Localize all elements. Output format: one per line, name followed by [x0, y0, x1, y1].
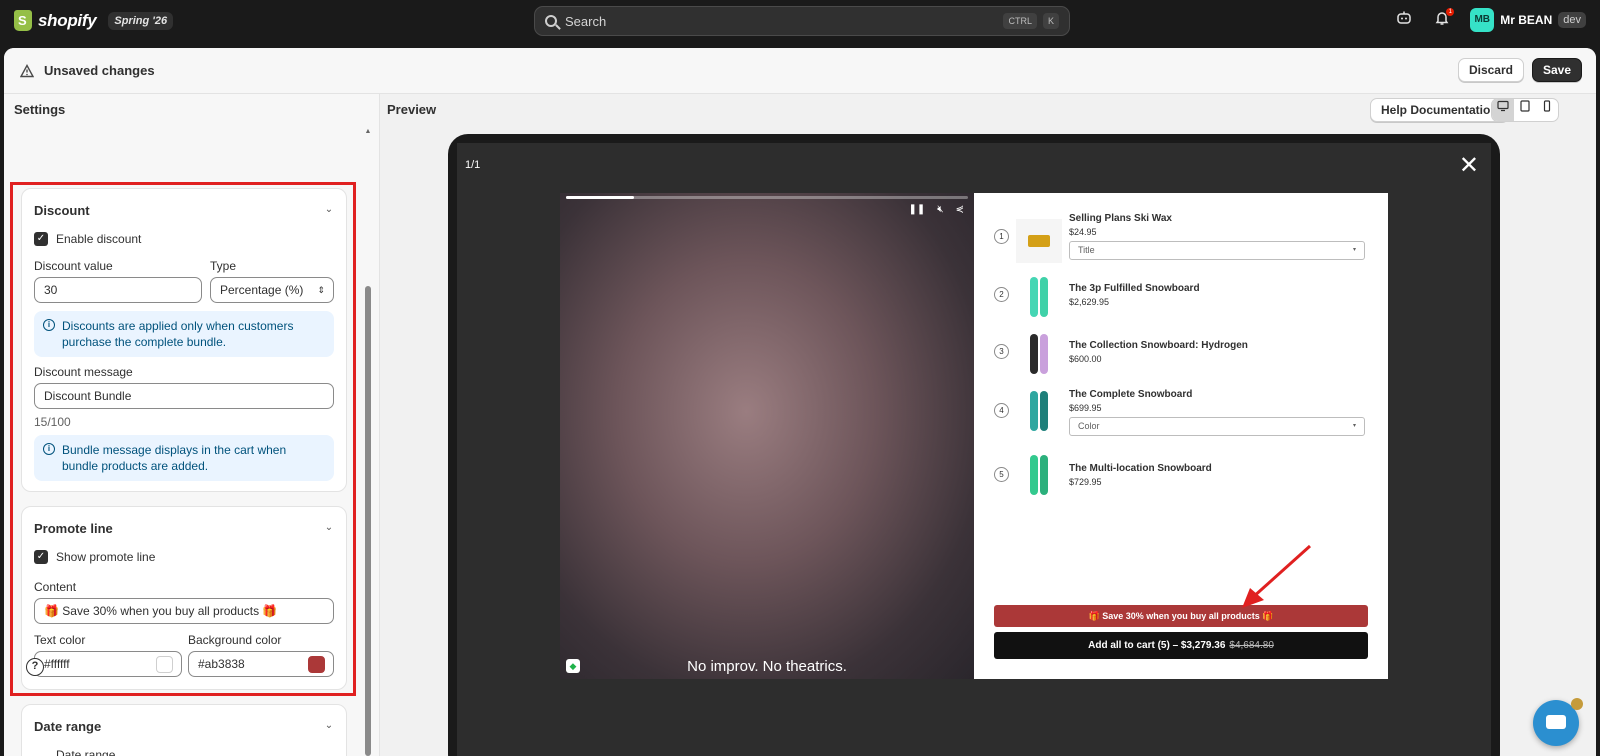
variant-select[interactable]: Color: [1069, 417, 1365, 436]
discard-button[interactable]: Discard: [1457, 58, 1524, 82]
settings-scrollbar[interactable]: ▲: [364, 128, 372, 756]
search-placeholder: Search: [565, 13, 607, 29]
app-logo-icon: ◆: [566, 659, 580, 673]
shopify-logo[interactable]: shopify Spring '26: [14, 10, 174, 31]
video-subtitle: No improv. No theatrics.: [687, 658, 847, 675]
unsaved-changes-bar: Unsaved changes Discard Save: [4, 48, 1596, 94]
slide-counter: 1/1: [465, 159, 481, 171]
date-range-card: Date range ⌄ Date range: [21, 704, 347, 756]
account-menu[interactable]: MB Mr BEAN dev: [1470, 8, 1586, 32]
app-frame: Unsaved changes Discard Save Settings Di…: [4, 48, 1596, 756]
brand-name: shopify: [38, 10, 97, 30]
shopify-bag-icon: [14, 10, 32, 31]
product-price: $2,629.95: [1069, 297, 1110, 307]
scroll-thumb[interactable]: [365, 286, 371, 756]
avatar: MB: [1470, 8, 1495, 32]
help-documentation-button[interactable]: Help Documentation: [1370, 98, 1509, 122]
date-range-label: Date range: [56, 748, 116, 756]
device-toggle: [1491, 98, 1559, 122]
cart-original-price: $4,684.80: [1229, 640, 1274, 651]
close-icon[interactable]: ✕: [1459, 153, 1479, 179]
product-name: The 3p Fulfilled Snowboard: [1069, 283, 1200, 294]
product-number: 4: [994, 403, 1009, 418]
product-number: 5: [994, 467, 1009, 482]
unsaved-message: Unsaved changes: [44, 63, 155, 78]
shortcut-k: K: [1042, 13, 1059, 29]
annotation-highlight-box: [10, 182, 356, 696]
search-bar[interactable]: Search CTRL K: [534, 6, 1070, 36]
chevron-down-icon[interactable]: ⌄: [324, 721, 334, 731]
annotation-arrow: [1242, 544, 1312, 608]
variant-select[interactable]: Title: [1069, 241, 1365, 260]
settings-panel: Settings Discount ⌄ ✓ Enable discount Di…: [4, 94, 380, 756]
date-range-checkbox[interactable]: Date range: [34, 748, 115, 756]
product-image: [1016, 389, 1062, 433]
cart-label: Add all to cart (5) – $3,279.36: [1088, 640, 1226, 651]
product-image: [1016, 453, 1062, 497]
add-all-to-cart-button[interactable]: Add all to cart (5) – $3,279.36 $4,684.80: [994, 632, 1368, 659]
save-button[interactable]: Save: [1531, 58, 1582, 82]
product-price: $729.95: [1069, 477, 1102, 487]
date-range-title: Date range: [34, 719, 102, 734]
preview-device-frame: 1/1 ✕ ❚❚ 🔇︎ ⋞ No improv. No theatrics. ◆: [448, 134, 1500, 756]
chat-support-icon[interactable]: [1533, 698, 1583, 746]
notification-count: 1: [1446, 8, 1455, 16]
product-price: $600.00: [1069, 354, 1102, 364]
product-image: [1016, 219, 1062, 263]
help-icon[interactable]: ?: [26, 658, 44, 676]
shortcut-ctrl: CTRL: [1003, 13, 1037, 29]
product-image: [1016, 275, 1062, 319]
store-badge: dev: [1558, 12, 1586, 28]
sidekick-icon[interactable]: [1394, 10, 1414, 30]
preview-panel: Preview Help Documentation 1/1 ✕ ❚❚ 🔇︎ ⋞…: [381, 94, 1596, 756]
preview-title: Preview: [387, 102, 437, 117]
scroll-up-arrow-icon[interactable]: ▲: [364, 128, 372, 136]
chat-status-dot: [1571, 698, 1583, 710]
mute-icon[interactable]: 🔇︎: [937, 204, 943, 215]
pause-icon[interactable]: ❚❚: [909, 204, 926, 215]
video-progress-fill: [566, 196, 635, 199]
product-name: The Collection Snowboard: Hydrogen: [1069, 340, 1248, 351]
settings-title: Settings: [14, 102, 66, 117]
tablet-view-icon[interactable]: [1514, 99, 1536, 121]
product-price: $699.95: [1069, 403, 1102, 413]
mobile-view-icon[interactable]: [1536, 99, 1558, 121]
preview-screen: 1/1 ✕ ❚❚ 🔇︎ ⋞ No improv. No theatrics. ◆: [457, 143, 1491, 756]
product-number: 1: [994, 229, 1009, 244]
video-player[interactable]: ❚❚ 🔇︎ ⋞ No improv. No theatrics. ◆: [560, 193, 974, 679]
product-image: [1016, 332, 1062, 376]
share-icon[interactable]: ⋞: [956, 204, 964, 215]
product-name: Selling Plans Ski Wax: [1069, 213, 1172, 224]
video-progress-bar[interactable]: [566, 196, 968, 199]
desktop-view-icon[interactable]: [1492, 99, 1514, 121]
edition-badge: Spring '26: [108, 11, 174, 30]
product-name: The Complete Snowboard: [1069, 389, 1193, 400]
product-name: The Multi-location Snowboard: [1069, 463, 1212, 474]
product-price: $24.95: [1069, 227, 1097, 237]
search-icon: [545, 15, 557, 27]
notification-bell-icon[interactable]: 1: [1432, 8, 1455, 30]
account-name: Mr BEAN: [1500, 13, 1553, 27]
product-number: 3: [994, 344, 1009, 359]
product-number: 2: [994, 287, 1009, 302]
top-bar: shopify Spring '26 Search CTRL K 1 MB Mr…: [0, 0, 1600, 44]
warning-icon: [19, 63, 35, 78]
